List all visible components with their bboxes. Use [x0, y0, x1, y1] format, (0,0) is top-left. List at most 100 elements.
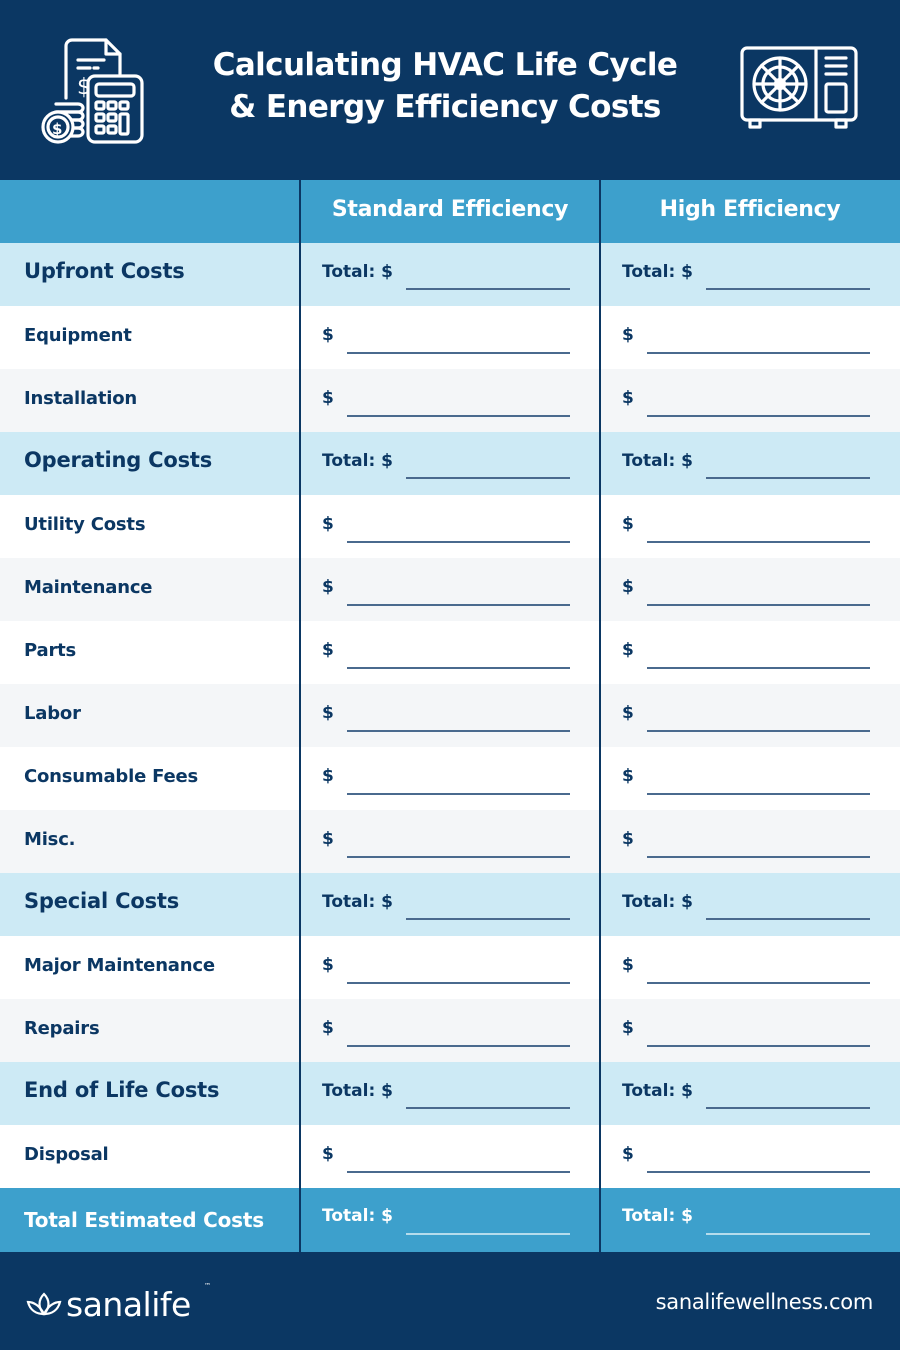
- amount-blank-line[interactable]: [347, 1045, 570, 1047]
- hvac-outdoor-unit-icon: [740, 46, 858, 129]
- currency-prefix: $: [622, 703, 634, 723]
- standard-efficiency-cell: Total: $: [300, 432, 600, 495]
- amount-blank-line[interactable]: [347, 982, 570, 984]
- row-label: Labor: [24, 703, 81, 724]
- amount-blank-line[interactable]: [347, 541, 570, 543]
- column-divider: [299, 180, 301, 1260]
- currency-prefix: $: [622, 1144, 634, 1164]
- section-row: End of Life Costs Total: $ Total: $: [0, 1062, 900, 1125]
- amount-blank-line[interactable]: [347, 730, 570, 732]
- currency-prefix: Total: $: [322, 1206, 393, 1226]
- amount-blank-line[interactable]: [647, 856, 870, 858]
- currency-prefix: $: [322, 388, 334, 408]
- table-row: Misc. $ $: [0, 810, 900, 873]
- amount-blank-line[interactable]: [647, 352, 870, 354]
- amount-blank-line[interactable]: [647, 667, 870, 669]
- currency-prefix: Total: $: [622, 1206, 693, 1226]
- amount-blank-line[interactable]: [347, 415, 570, 417]
- brand-name: sanalife: [66, 1284, 191, 1324]
- standard-efficiency-cell: $: [300, 369, 600, 432]
- high-efficiency-cell: $: [600, 810, 900, 873]
- currency-prefix: $: [322, 703, 334, 723]
- high-efficiency-cell: $: [600, 558, 900, 621]
- amount-blank-line[interactable]: [406, 477, 570, 479]
- row-label: Major Maintenance: [24, 955, 215, 976]
- footer: sanalife ™ sanalifewellness.com: [0, 1260, 900, 1350]
- high-efficiency-cell: $: [600, 1125, 900, 1188]
- brand-logo: sanalife ™: [26, 1282, 211, 1324]
- row-label: Upfront Costs: [24, 259, 185, 283]
- row-label: Parts: [24, 640, 77, 661]
- standard-efficiency-cell: $: [300, 936, 600, 999]
- high-efficiency-cell: Total: $: [600, 432, 900, 495]
- row-label: Misc.: [24, 829, 76, 850]
- amount-blank-line[interactable]: [406, 1107, 570, 1109]
- amount-blank-line[interactable]: [647, 793, 870, 795]
- amount-blank-line[interactable]: [347, 793, 570, 795]
- amount-blank-line[interactable]: [347, 667, 570, 669]
- amount-blank-line[interactable]: [406, 288, 570, 290]
- currency-prefix: $: [322, 640, 334, 660]
- amount-blank-line[interactable]: [706, 288, 870, 290]
- row-label: Operating Costs: [24, 448, 213, 472]
- amount-blank-line[interactable]: [706, 1233, 870, 1235]
- currency-prefix: $: [622, 1018, 634, 1038]
- amount-blank-line[interactable]: [647, 1045, 870, 1047]
- high-efficiency-cell: Total: $: [600, 1188, 900, 1251]
- title-line-2: & Energy Efficiency Costs: [229, 89, 661, 125]
- standard-efficiency-cell: Total: $: [300, 1062, 600, 1125]
- currency-prefix: $: [322, 514, 334, 534]
- row-label: Utility Costs: [24, 514, 146, 535]
- row-label: Total Estimated Costs: [24, 1208, 264, 1232]
- currency-prefix: Total: $: [322, 262, 393, 282]
- row-label: Special Costs: [24, 889, 180, 913]
- amount-blank-line[interactable]: [406, 1233, 570, 1235]
- currency-prefix: Total: $: [322, 892, 393, 912]
- currency-prefix: $: [322, 1018, 334, 1038]
- table-row: Consumable Fees $ $: [0, 747, 900, 810]
- standard-efficiency-cell: $: [300, 747, 600, 810]
- table-row: Labor $ $: [0, 684, 900, 747]
- currency-prefix: $: [322, 829, 334, 849]
- amount-blank-line[interactable]: [706, 477, 870, 479]
- lotus-icon: [26, 1292, 62, 1316]
- high-efficiency-cell: $: [600, 306, 900, 369]
- amount-blank-line[interactable]: [647, 541, 870, 543]
- amount-blank-line[interactable]: [647, 1171, 870, 1173]
- amount-blank-line[interactable]: [347, 856, 570, 858]
- trademark-symbol: ™: [204, 1282, 211, 1290]
- amount-blank-line[interactable]: [706, 1107, 870, 1109]
- standard-efficiency-cell: $: [300, 684, 600, 747]
- standard-efficiency-cell: $: [300, 306, 600, 369]
- standard-efficiency-cell: $: [300, 999, 600, 1062]
- row-label: Consumable Fees: [24, 766, 199, 787]
- title-line-1: Calculating HVAC Life Cycle: [212, 47, 678, 83]
- cost-table: Standard Efficiency High Efficiency Upfr…: [0, 180, 900, 1260]
- currency-prefix: $: [622, 766, 634, 786]
- amount-blank-line[interactable]: [647, 730, 870, 732]
- standard-efficiency-cell: $: [300, 621, 600, 684]
- amount-blank-line[interactable]: [347, 352, 570, 354]
- header: $ $ Calculating HVAC Life Cycle & Energy…: [0, 0, 900, 180]
- high-efficiency-cell: Total: $: [600, 1062, 900, 1125]
- amount-blank-line[interactable]: [706, 918, 870, 920]
- amount-blank-line[interactable]: [647, 415, 870, 417]
- amount-blank-line[interactable]: [647, 604, 870, 606]
- currency-prefix: Total: $: [622, 262, 693, 282]
- table-row: Disposal $ $: [0, 1125, 900, 1188]
- currency-prefix: $: [322, 1144, 334, 1164]
- amount-blank-line[interactable]: [347, 1171, 570, 1173]
- row-label: Maintenance: [24, 577, 153, 598]
- standard-efficiency-cell: $: [300, 558, 600, 621]
- total-row: Total Estimated Costs Total: $ Total: $: [0, 1188, 900, 1252]
- amount-blank-line[interactable]: [406, 918, 570, 920]
- currency-prefix: $: [622, 577, 634, 597]
- currency-prefix: Total: $: [622, 892, 693, 912]
- amount-blank-line[interactable]: [647, 982, 870, 984]
- website-link[interactable]: sanalifewellness.com: [656, 1290, 874, 1314]
- table-row: Parts $ $: [0, 621, 900, 684]
- amount-blank-line[interactable]: [347, 604, 570, 606]
- high-efficiency-cell: Total: $: [600, 873, 900, 936]
- standard-efficiency-cell: Total: $: [300, 873, 600, 936]
- high-efficiency-cell: $: [600, 684, 900, 747]
